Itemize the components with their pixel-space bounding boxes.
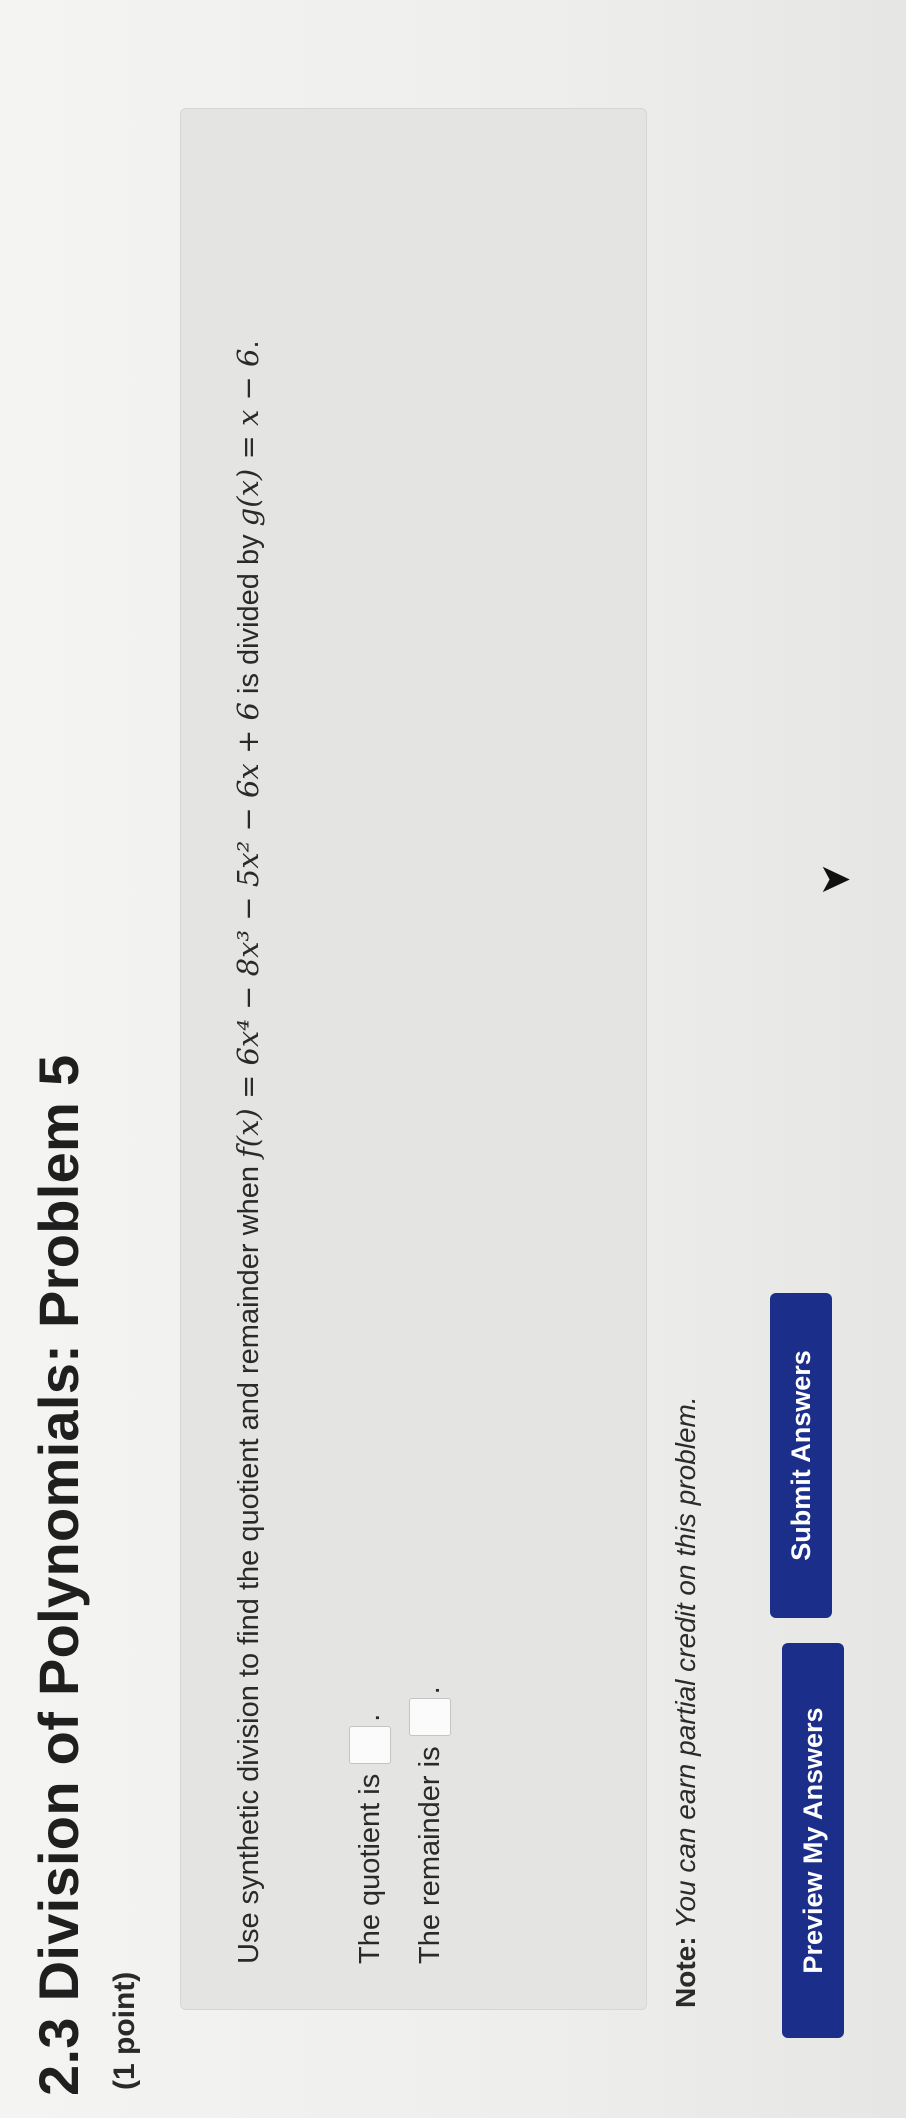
quotient-line: The quotient is .	[349, 1714, 391, 1964]
quotient-label: The quotient is	[353, 1773, 386, 1964]
problem-intro: Use synthetic division to find the quoti…	[233, 1157, 265, 1964]
statement-end: .	[233, 340, 265, 349]
g-expression: g(x) = x − 6	[231, 348, 265, 527]
problem-statement: Use synthetic division to find the quoti…	[221, 134, 276, 1964]
problem-box: Use synthetic division to find the quoti…	[180, 108, 647, 2010]
remainder-end: .	[413, 1686, 446, 1695]
preview-answers-button[interactable]: Preview My Answers	[782, 1643, 844, 2038]
quotient-end: .	[353, 1713, 386, 1722]
note-text: You can earn partial credit on this prob…	[670, 1396, 701, 1929]
note-label: Note:	[670, 1936, 701, 2008]
remainder-label: The remainder is	[413, 1746, 446, 1964]
f-expression: f(x) = 6x⁴ − 8x³ − 5x² − 6x + 6	[231, 702, 265, 1158]
mouse-cursor-icon: ➤	[818, 857, 852, 902]
page-title: 2.3 Division of Polynomials: Problem 5	[27, 1054, 90, 2096]
problem-page: 2.3 Division of Polynomials: Problem 5 (…	[0, 0, 906, 2118]
submit-answers-button[interactable]: Submit Answers	[770, 1293, 832, 1618]
points-label: (1 point)	[108, 1971, 141, 2090]
partial-credit-note: Note: You can earn partial credit on thi…	[670, 1396, 702, 2008]
divided-by-text: is divided by	[233, 526, 265, 703]
remainder-line: The remainder is .	[409, 1686, 451, 1964]
remainder-input[interactable]	[409, 1698, 451, 1737]
quotient-input[interactable]	[349, 1725, 391, 1764]
